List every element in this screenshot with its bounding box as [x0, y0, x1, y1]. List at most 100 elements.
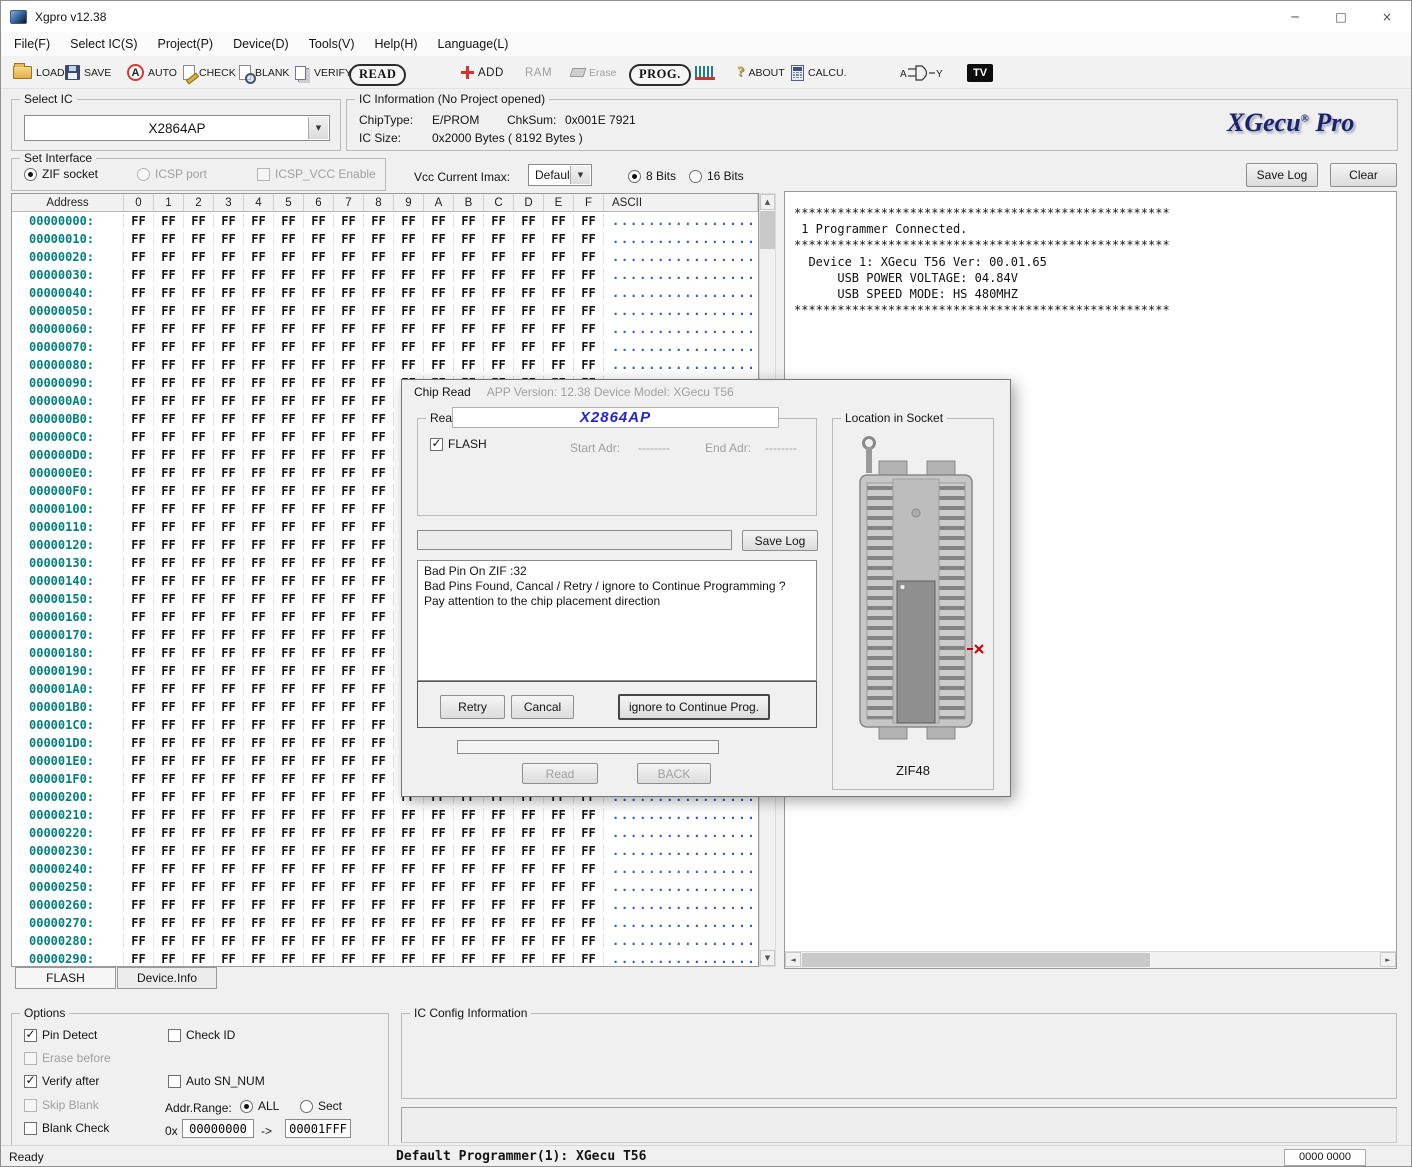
hex-byte-cell[interactable]: FF [154, 592, 184, 606]
hex-byte-cell[interactable]: FF [304, 358, 334, 372]
hex-byte-cell[interactable]: FF [544, 214, 574, 228]
scroll-right-button[interactable]: ► [1380, 952, 1396, 967]
hex-byte-cell[interactable]: FF [484, 250, 514, 264]
hex-byte-cell[interactable]: FF [154, 340, 184, 354]
hex-byte-cell[interactable]: FF [514, 322, 544, 336]
hex-byte-cell[interactable]: FF [334, 916, 364, 930]
hex-byte-cell[interactable]: FF [574, 322, 604, 336]
hex-byte-cell[interactable]: FF [184, 232, 214, 246]
hex-byte-cell[interactable]: FF [364, 628, 394, 642]
hex-byte-cell[interactable]: FF [154, 250, 184, 264]
hex-byte-cell[interactable]: FF [214, 664, 244, 678]
maximize-button[interactable]: □ [1318, 1, 1364, 32]
hex-byte-cell[interactable]: FF [184, 574, 214, 588]
hex-byte-cell[interactable]: FF [454, 916, 484, 930]
hex-byte-cell[interactable]: FF [214, 628, 244, 642]
add-button[interactable]: ADD [461, 59, 504, 86]
hex-byte-cell[interactable]: FF [484, 340, 514, 354]
hex-byte-cell[interactable]: FF [154, 844, 184, 858]
hex-byte-cell[interactable]: FF [154, 664, 184, 678]
hex-byte-cell[interactable]: FF [364, 772, 394, 786]
hex-byte-cell[interactable]: FF [424, 340, 454, 354]
hex-ascii-cell[interactable]: ................ [604, 934, 758, 948]
hex-byte-cell[interactable]: FF [334, 592, 364, 606]
calculator-button[interactable]: CALCU. [791, 59, 847, 86]
hex-byte-cell[interactable]: FF [124, 664, 154, 678]
hex-byte-cell[interactable]: FF [274, 268, 304, 282]
hex-byte-cell[interactable]: FF [184, 898, 214, 912]
hex-byte-cell[interactable]: FF [274, 322, 304, 336]
hex-byte-cell[interactable]: FF [244, 610, 274, 624]
clear-button[interactable]: Clear [1330, 163, 1397, 187]
hex-byte-cell[interactable]: FF [484, 880, 514, 894]
hex-byte-cell[interactable]: FF [424, 862, 454, 876]
hex-byte-cell[interactable]: FF [244, 250, 274, 264]
hex-byte-cell[interactable]: FF [454, 952, 484, 966]
hex-byte-cell[interactable]: FF [304, 574, 334, 588]
hex-byte-cell[interactable]: FF [184, 646, 214, 660]
hex-byte-cell[interactable]: FF [364, 700, 394, 714]
hex-byte-cell[interactable]: FF [214, 700, 244, 714]
hex-byte-cell[interactable]: FF [424, 268, 454, 282]
hex-ascii-cell[interactable]: ................ [604, 268, 758, 282]
hex-byte-cell[interactable]: FF [184, 754, 214, 768]
hex-byte-cell[interactable]: FF [454, 358, 484, 372]
hex-byte-cell[interactable]: FF [274, 772, 304, 786]
hex-byte-cell[interactable]: FF [154, 826, 184, 840]
hex-byte-cell[interactable]: FF [274, 610, 304, 624]
hex-byte-cell[interactable]: FF [304, 898, 334, 912]
hex-byte-cell[interactable]: FF [514, 268, 544, 282]
hex-byte-cell[interactable]: FF [244, 304, 274, 318]
hex-byte-cell[interactable]: FF [124, 682, 154, 696]
ram-button[interactable]: RAM [525, 59, 552, 86]
read-button-toolbar[interactable]: READ [349, 61, 406, 88]
hex-byte-cell[interactable]: FF [334, 448, 364, 462]
hex-byte-cell[interactable]: FF [364, 268, 394, 282]
hex-byte-cell[interactable]: FF [124, 556, 154, 570]
hex-byte-cell[interactable]: FF [154, 646, 184, 660]
hex-byte-cell[interactable]: FF [124, 646, 154, 660]
hex-byte-cell[interactable]: FF [514, 952, 544, 966]
hex-byte-cell[interactable]: FF [214, 340, 244, 354]
hex-byte-cell[interactable]: FF [154, 286, 184, 300]
combo-dropdown-button[interactable]: ▼ [308, 117, 328, 139]
hex-byte-cell[interactable]: FF [544, 304, 574, 318]
hex-byte-cell[interactable]: FF [274, 898, 304, 912]
hex-byte-cell[interactable]: FF [214, 610, 244, 624]
hex-byte-cell[interactable]: FF [364, 646, 394, 660]
ic-select-combobox[interactable]: X2864AP ▼ [24, 115, 330, 141]
hex-byte-cell[interactable]: FF [424, 898, 454, 912]
hex-byte-cell[interactable]: FF [274, 808, 304, 822]
auto-sn-num-checkbox[interactable]: Auto SN_NUM [168, 1074, 265, 1088]
hex-byte-cell[interactable]: FF [124, 394, 154, 408]
hex-byte-cell[interactable]: FF [154, 556, 184, 570]
hex-byte-cell[interactable]: FF [304, 502, 334, 516]
addr-range-sect-radio[interactable]: Sect [300, 1099, 342, 1113]
hex-byte-cell[interactable]: FF [394, 808, 424, 822]
hex-byte-cell[interactable]: FF [424, 286, 454, 300]
hex-byte-cell[interactable]: FF [244, 952, 274, 966]
hex-byte-cell[interactable]: FF [124, 250, 154, 264]
hex-byte-cell[interactable]: FF [544, 934, 574, 948]
hex-byte-cell[interactable]: FF [484, 826, 514, 840]
hex-byte-cell[interactable]: FF [184, 412, 214, 426]
hex-byte-cell[interactable]: FF [214, 574, 244, 588]
hex-byte-cell[interactable]: FF [454, 844, 484, 858]
hex-byte-cell[interactable]: FF [214, 934, 244, 948]
hex-byte-cell[interactable]: FF [274, 880, 304, 894]
hex-byte-cell[interactable]: FF [214, 538, 244, 552]
hex-byte-cell[interactable]: FF [484, 952, 514, 966]
hex-byte-cell[interactable]: FF [274, 826, 304, 840]
hex-byte-cell[interactable]: FF [274, 484, 304, 498]
hex-byte-cell[interactable]: FF [364, 862, 394, 876]
hex-byte-cell[interactable]: FF [364, 520, 394, 534]
blank-button[interactable]: BLANK [239, 59, 289, 86]
hex-byte-cell[interactable]: FF [304, 592, 334, 606]
hex-byte-cell[interactable]: FF [574, 898, 604, 912]
hex-byte-cell[interactable]: FF [124, 772, 154, 786]
hex-byte-cell[interactable]: FF [274, 466, 304, 480]
hex-byte-cell[interactable]: FF [334, 556, 364, 570]
hex-byte-cell[interactable]: FF [124, 448, 154, 462]
scroll-up-button[interactable]: ▲ [760, 194, 775, 210]
hex-byte-cell[interactable]: FF [184, 952, 214, 966]
